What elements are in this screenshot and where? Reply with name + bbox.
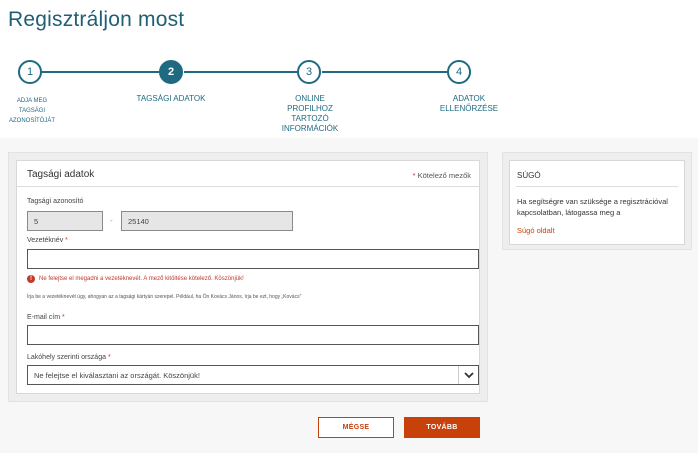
membership-id-label: Tagsági azonosító — [27, 198, 84, 205]
membership-form-card: Tagsági adatok * Kötelező mezők Tagsági … — [8, 152, 488, 402]
chevron-down-icon[interactable] — [458, 366, 478, 384]
step-1-label: ADJA MEG TAGSÁGI AZONOSÍTÓJÁT — [8, 98, 55, 124]
form-title: Tagsági adatok — [27, 169, 95, 180]
step-4-label: ADATOK ELLENŐRZÉSE — [439, 94, 499, 113]
stepper-connector — [322, 71, 448, 73]
help-title: SÚGÓ — [517, 171, 541, 180]
country-select-value: Ne felejtse el kiválasztani az országát.… — [34, 370, 200, 380]
page-title: Regisztráljon most — [8, 8, 185, 31]
help-text: Ha segítségre van szüksége a regisztráci… — [517, 197, 668, 217]
last-name-error: ! Ne felejtse el megadni a vezetéknevét.… — [27, 275, 244, 283]
last-name-label-text: Vezetéknév — [27, 237, 64, 244]
country-select[interactable]: Ne felejtse el kiválasztani az országát.… — [27, 365, 479, 385]
registration-stepper: 1 2 3 4 ADJA MEG TAGSÁGI AZONOSÍTÓJÁT TA… — [0, 58, 698, 138]
last-name-error-text: Ne felejtse el megadni a vezetéknevét. A… — [39, 276, 244, 282]
help-page-link[interactable]: Súgó oldalt — [517, 226, 555, 235]
form-header: Tagsági adatok * Kötelező mezők — [17, 161, 479, 187]
step-4-indicator: 4 — [447, 60, 471, 84]
last-name-input[interactable] — [27, 249, 479, 269]
required-star: * — [62, 314, 65, 321]
email-label: E-mail cím * — [27, 314, 65, 321]
email-label-text: E-mail cím — [27, 314, 61, 321]
country-label-text: Lakóhely szerinti országa — [27, 354, 106, 361]
required-star: * — [107, 354, 111, 361]
stepper-connector — [40, 71, 160, 73]
stepper-connector — [184, 71, 298, 73]
next-button[interactable]: TOVÁBB — [404, 417, 480, 438]
step-3-indicator: 3 — [297, 60, 321, 84]
required-star: * — [65, 237, 68, 244]
required-fields-note: * Kötelező mezők — [413, 171, 471, 180]
membership-id-part1-field: 5 — [27, 211, 103, 231]
help-panel: SÚGÓ Ha segítségre van szüksége a regisz… — [509, 160, 685, 245]
last-name-label: Vezetéknév * — [27, 237, 68, 244]
step-3-label: ONLINE PROFILHOZ TARTOZÓ INFORMÁCIÓK — [281, 94, 339, 133]
error-icon: ! — [27, 275, 35, 283]
required-star: * — [412, 171, 416, 180]
last-name-hint: Írja be a vezetéknevét úgy, ahogyan az a… — [27, 294, 302, 300]
membership-id-separator: - — [110, 216, 113, 225]
required-note-text: Kötelező mezők — [417, 171, 471, 180]
membership-id-part2-field: 25140 — [121, 211, 293, 231]
step-2-indicator: 2 — [159, 60, 183, 84]
help-divider — [516, 186, 678, 187]
step-1-indicator: 1 — [18, 60, 42, 84]
country-label: Lakóhely szerinti országa * — [27, 354, 111, 361]
step-2-label: TAGSÁGI ADATOK — [136, 94, 206, 103]
email-input[interactable] — [27, 325, 479, 345]
cancel-button[interactable]: MÉGSE — [318, 417, 394, 438]
help-card: SÚGÓ Ha segítségre van szüksége a regisz… — [502, 152, 692, 250]
membership-form: Tagsági adatok * Kötelező mezők Tagsági … — [16, 160, 480, 394]
